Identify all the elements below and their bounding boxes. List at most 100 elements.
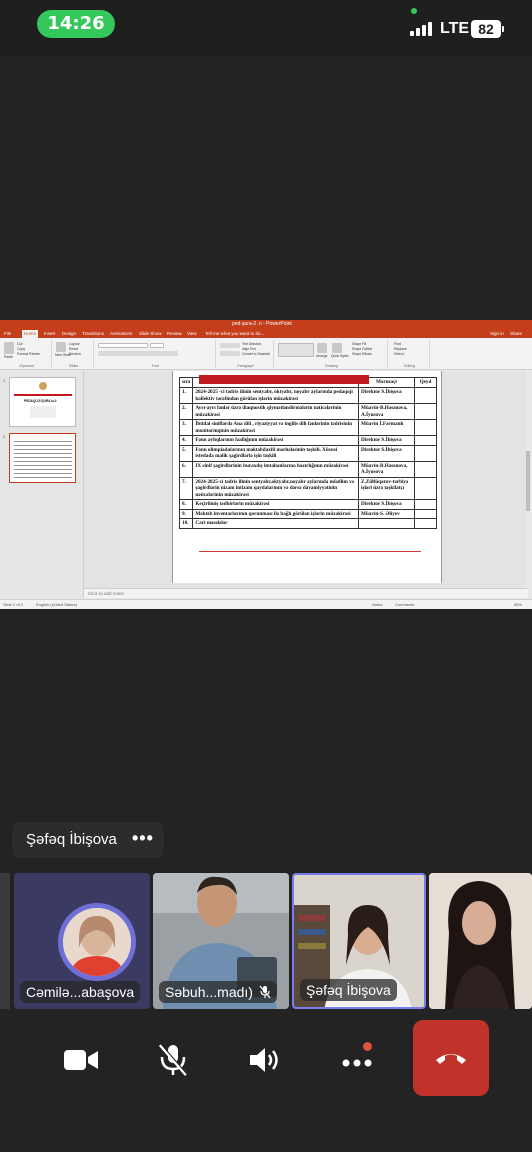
row-speaker: Direktor S.İbişova [358,435,415,446]
tab-insert[interactable]: Insert [44,331,55,336]
convert-smartart-button[interactable]: Convert to SmartArt [242,352,270,356]
ppt-ribbon: Paste Cut Copy Format Painter Clipboard … [0,338,532,370]
more-options-icon[interactable]: ••• [132,828,154,849]
participant-tile-active[interactable]: Şəfəq İbişova [292,873,426,1009]
row-topic: Fənn olimpiadalarının məktəbdaxili mərhə… [192,444,359,462]
row-topic: İbtidai siniflərdə Ana dili , riyaziyyat… [192,419,359,436]
language-indicator[interactable]: English (United States) [36,602,77,607]
row-number: 2. [178,403,194,420]
format-painter-button[interactable]: Format Painter [17,352,40,356]
network-type: LTE [440,20,470,37]
battery-icon: 82 [471,20,501,38]
participant-tile[interactable] [429,873,532,1009]
thumb-title: PEDAQOJİ ŞURA №2 [24,399,57,403]
slide-thumbnail-2[interactable]: 2 [3,433,76,483]
table-row: 3. İbtidai siniflərdə Ana dili , riyaziy… [178,419,437,436]
more-button[interactable] [322,1032,392,1088]
font-format-buttons[interactable] [98,351,178,356]
comments-toggle[interactable]: Comments [395,602,414,607]
row-note [414,419,437,436]
tab-transitions[interactable]: Transitions [82,331,104,336]
select-button[interactable]: Select [394,352,404,356]
group-label-font: Font [151,364,159,368]
replace-button[interactable]: Replace [394,347,407,351]
font-size-select[interactable] [150,343,164,348]
avatar [58,903,136,981]
slide-thumbnails-pane: 1 PEDAQOJİ ŞURA №2 2 [0,371,84,598]
time-pill[interactable]: 14:26 [37,10,115,38]
align-text-button[interactable]: Align Text [242,347,256,351]
participant-strip[interactable]: Cəmilə...abaşova Səbuh...madı) Şəfəq İbi… [0,873,532,1009]
thumbnail-number: 2 [3,434,6,439]
arrange-icon[interactable] [317,343,327,353]
thumb-title-bar [14,394,72,396]
mute-button[interactable] [138,1032,208,1088]
active-speaker-pill[interactable]: Şəfəq İbişova ••• [12,822,164,858]
notes-toggle[interactable]: Notes [372,602,382,607]
ribbon-group-clipboard: Paste Cut Copy Format Painter Clipboard [2,340,52,368]
participant-tile[interactable]: Cəmilə...abaşova [14,873,150,1009]
meeting-screen: 14:26 LTE 82 ped-şura-2 .n - PowerPoint … [0,0,532,1152]
text-direction-button[interactable]: Text Direction [242,342,261,346]
cut-button[interactable]: Cut [17,342,22,346]
tab-slideshow[interactable]: Slide Show [139,331,162,336]
tell-me-box[interactable]: Tell me what you want to do... [205,331,264,336]
video-button[interactable] [46,1032,116,1088]
zoom-level[interactable]: 85% [514,602,522,607]
sign-in-link[interactable]: Sign in [490,331,504,336]
active-speaker-name: Şəfəq İbişova [26,831,117,848]
copy-button[interactable]: Copy [17,347,25,351]
notes-pane[interactable]: Click to add notes [84,588,528,598]
tab-review[interactable]: Review [167,331,182,336]
speaker-button[interactable] [230,1032,300,1088]
partial-tile[interactable] [0,873,10,1009]
row-number: 7. [178,476,194,500]
end-call-button[interactable] [413,1020,489,1096]
shared-screen[interactable]: ped-şura-2 .n - PowerPoint File Home Ins… [0,320,532,609]
row-speaker: Müavin-S. Əliyev [358,508,415,519]
tab-animations[interactable]: Animations [110,331,132,336]
table-row: 9. Məktəb inventarlarının qorunması ilə … [178,508,437,519]
slide-thumbnail-1[interactable]: 1 PEDAQOJİ ŞURA №2 [3,377,76,427]
tab-home[interactable]: Home [22,330,39,338]
notification-dot [363,1042,372,1051]
share-button[interactable]: Share [510,331,522,336]
emblem-icon [39,382,47,390]
participant-tile[interactable]: Səbuh...madı) [153,873,289,1009]
slide[interactable]: sıra Müzakirə olunacaq məsələ Məruzəçi Q… [172,371,442,583]
speaker-icon [250,1048,278,1072]
row-topic: 2024-2025-ci tədris ilinin sentyabr,okty… [192,476,359,500]
slide-canvas[interactable]: sıra Müzakirə olunacaq məsələ Məruzəçi Q… [84,371,528,598]
list-buttons[interactable] [220,343,240,348]
layout-button[interactable]: Layout [69,342,80,346]
tab-file[interactable]: File [4,331,11,336]
row-note [414,444,437,462]
shape-outline-button[interactable]: Shape Outline [352,347,372,351]
row-speaker: Müavin-B.Həsənova, A.İyusova [358,460,415,478]
arrange-label: Arrange [316,354,328,358]
end-call-icon [436,1054,466,1064]
shape-fill-button[interactable]: Shape Fill [352,342,366,346]
quick-styles-icon[interactable] [332,343,342,353]
align-buttons[interactable] [220,351,240,356]
shapes-gallery[interactable] [278,343,314,357]
scrollbar-thumb[interactable] [526,451,530,511]
section-button[interactable]: Section [69,352,81,356]
slide-scrollbar[interactable] [526,371,530,588]
thumb-table-preview [14,438,72,478]
font-name-select[interactable] [98,343,148,348]
row-number: 9. [178,508,194,519]
row-speaker [358,518,415,529]
table-row: 5. Fənn olimpiadalarının məktəbdaxili mə… [178,444,437,462]
new-slide-icon[interactable] [56,342,66,352]
reset-button[interactable]: Reset [69,347,78,351]
battery-tip [502,26,504,32]
shape-effects-button[interactable]: Shape Effects [352,352,372,356]
thumb-body [30,406,56,418]
paste-icon[interactable] [4,342,14,354]
table-row: 8. Keçirilmiş tədbirlərin müzakirəsi Dir… [178,499,437,510]
tab-view[interactable]: View [187,331,197,336]
camera-indicator-dot [411,8,417,14]
find-button[interactable]: Find [394,342,401,346]
tab-design[interactable]: Design [62,331,76,336]
